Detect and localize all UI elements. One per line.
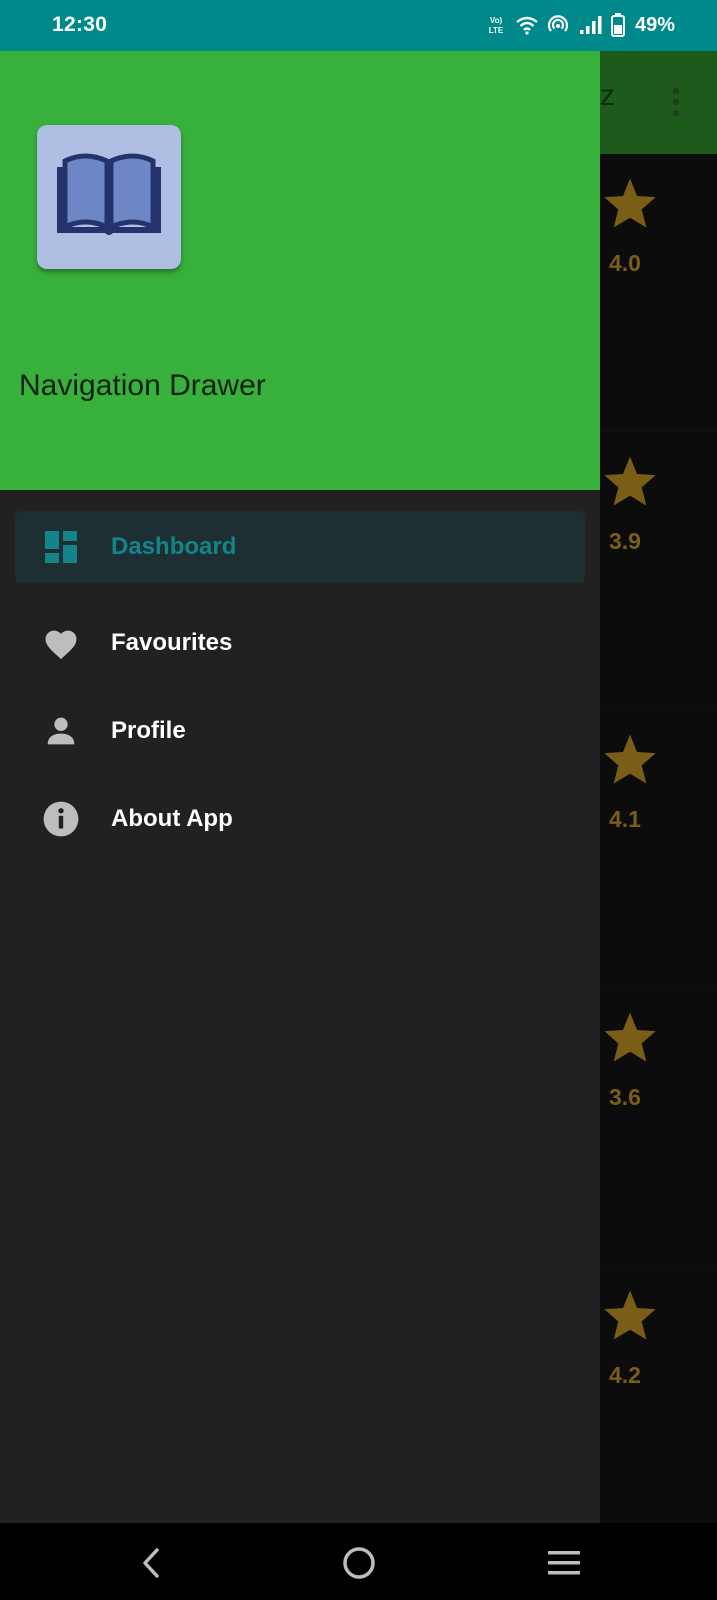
overflow-menu-icon [672, 87, 680, 117]
star-icon [604, 734, 656, 784]
background-app-scrim[interactable]: z 4.0 3.9 4.1 3.6 4.2 [600, 51, 717, 1523]
drawer-item-favourites[interactable]: Favourites [15, 599, 585, 687]
open-book-icon [57, 153, 161, 235]
drawer-header: Navigation Drawer [0, 51, 600, 490]
drawer-item-label: Favourites [111, 629, 233, 656]
drawer-item-profile[interactable]: Profile [15, 687, 585, 775]
background-toolbar: z [600, 51, 717, 154]
person-icon [42, 712, 80, 750]
wifi-icon [516, 16, 538, 35]
list-item: 3.6 [600, 988, 717, 1266]
drawer-item-label: Profile [111, 717, 186, 744]
drawer-item-label: About App [111, 805, 233, 832]
battery-icon [610, 13, 625, 37]
rating-value: 3.9 [609, 528, 641, 554]
volte-icon: Vo) LTE [489, 16, 504, 35]
drawer-header-title: Navigation Drawer [19, 369, 266, 402]
recents-icon[interactable] [544, 1543, 584, 1583]
star-icon [604, 1290, 656, 1340]
list-item: 4.1 [600, 710, 717, 988]
list-item: 4.2 [600, 1266, 717, 1523]
svg-text:Vo): Vo) [490, 16, 503, 25]
drawer-menu: Dashboard Favourites Profile About App [0, 511, 600, 863]
star-icon [604, 1012, 656, 1062]
rating-value: 4.0 [609, 250, 641, 276]
status-bar: 12:30 Vo) LTE 49% [0, 0, 717, 51]
app-logo [37, 125, 181, 269]
rating-value: 4.2 [609, 1362, 641, 1388]
svg-text:LTE: LTE [489, 26, 504, 35]
dashboard-icon [42, 528, 80, 566]
list-item: 3.9 [600, 432, 717, 710]
drawer-item-dashboard[interactable]: Dashboard [15, 511, 585, 583]
drawer-item-label: Dashboard [111, 533, 237, 560]
background-title-fragment: z [600, 79, 615, 112]
hotspot-icon [547, 15, 569, 32]
background-list: 4.0 3.9 4.1 3.6 4.2 [600, 154, 717, 1523]
status-time: 12:30 [52, 13, 108, 36]
back-icon[interactable] [131, 1543, 171, 1583]
heart-icon [42, 624, 80, 662]
list-item: 4.0 [600, 154, 717, 432]
navigation-drawer: Navigation Drawer Dashboard Favourites P… [0, 51, 600, 1523]
home-icon[interactable] [339, 1543, 379, 1583]
rating-value: 4.1 [609, 806, 641, 832]
drawer-item-about-app[interactable]: About App [15, 775, 585, 863]
info-icon [42, 800, 80, 838]
star-icon [604, 178, 656, 228]
star-icon [604, 456, 656, 506]
rating-value: 3.6 [609, 1084, 641, 1110]
system-nav-bar [0, 1523, 717, 1600]
signal-icon [579, 16, 602, 34]
status-icons: Vo) LTE 49% [485, 12, 675, 38]
battery-percent: 49% [634, 13, 675, 36]
